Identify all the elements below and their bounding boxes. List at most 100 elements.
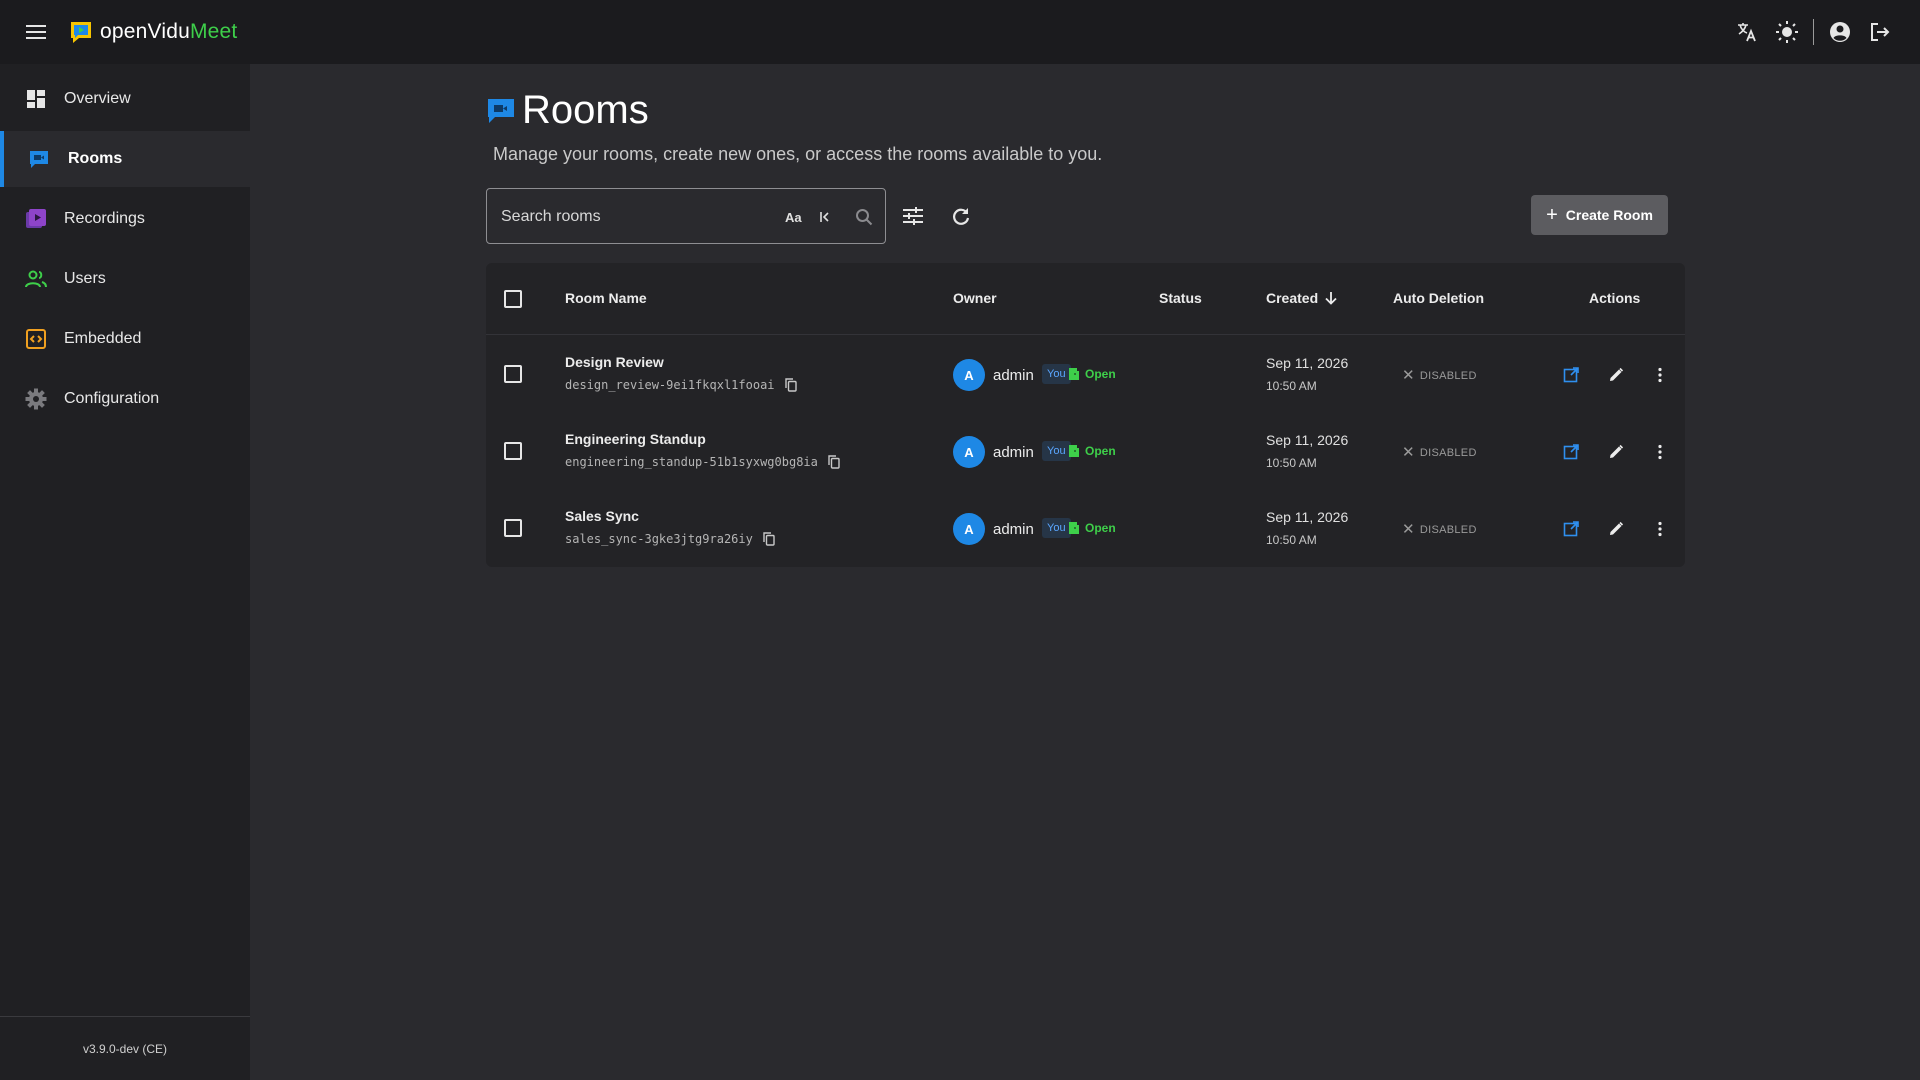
close-icon: ✕ — [1402, 444, 1415, 461]
room-name[interactable]: Design Review — [565, 354, 664, 370]
auto-deletion-label: DISABLED — [1419, 369, 1477, 382]
plus-icon: + — [1546, 204, 1558, 226]
edit-icon[interactable] — [1603, 516, 1629, 542]
top-app-bar: openViduMeet — [0, 0, 1920, 64]
room-id-text: sales_sync-3gke3jtg9ra26iy — [565, 532, 753, 546]
column-header-owner[interactable]: Owner — [953, 290, 997, 306]
avatar: A — [953, 436, 985, 468]
avatar: A — [953, 513, 985, 545]
edit-icon[interactable] — [1603, 362, 1629, 388]
column-header-actions: Actions — [1589, 290, 1641, 306]
column-header-status[interactable]: Status — [1159, 290, 1202, 306]
search-input[interactable] — [501, 203, 761, 231]
sidebar-item-label: Embedded — [64, 330, 142, 347]
theme-toggle-icon[interactable] — [1771, 16, 1803, 48]
created-time: 10:50 AM — [1266, 456, 1317, 470]
sidebar-item-users[interactable]: Users — [0, 251, 250, 307]
table-row[interactable]: Sales Sync sales_sync-3gke3jtg9ra26iy Aadm… — [486, 490, 1685, 567]
status-label: Open — [1085, 367, 1116, 381]
embedded-icon — [24, 327, 48, 351]
auto-deletion-status: ✕ DISABLED — [1402, 368, 1477, 383]
menu-icon[interactable] — [22, 18, 50, 46]
sidebar-item-overview[interactable]: Overview — [0, 71, 250, 127]
sidebar-item-label: Overview — [64, 90, 131, 107]
gear-icon — [24, 387, 48, 411]
sidebar-item-label: Recordings — [64, 210, 145, 227]
sidebar-item-embedded[interactable]: Embedded — [0, 311, 250, 367]
logout-icon[interactable] — [1864, 16, 1896, 48]
auto-deletion-label: DISABLED — [1419, 446, 1477, 459]
you-badge: You — [1042, 364, 1071, 384]
column-header-created[interactable]: Created — [1266, 290, 1338, 306]
created-time: 10:50 AM — [1266, 379, 1317, 393]
page-header: Rooms — [486, 88, 649, 133]
auto-deletion-status: ✕ DISABLED — [1402, 445, 1477, 460]
door-open-icon — [1068, 521, 1080, 535]
open-room-icon[interactable] — [1558, 439, 1584, 465]
row-checkbox[interactable] — [504, 442, 522, 460]
row-checkbox[interactable] — [504, 519, 522, 537]
match-case-button[interactable]: Aa — [785, 205, 802, 229]
search-field: Aa — [486, 188, 886, 244]
owner-name: admin — [993, 521, 1034, 538]
sidebar-item-label: Configuration — [64, 390, 160, 407]
page-subtitle: Manage your rooms, create new ones, or a… — [493, 144, 1103, 164]
account-icon[interactable] — [1824, 16, 1856, 48]
rooms-icon — [488, 98, 514, 123]
room-name[interactable]: Sales Sync — [565, 508, 639, 524]
auto-deletion-label: DISABLED — [1419, 523, 1477, 536]
translate-icon[interactable] — [1731, 16, 1763, 48]
search-icon[interactable] — [855, 205, 873, 229]
more-options-icon[interactable] — [1647, 439, 1673, 465]
select-all-checkbox[interactable] — [504, 290, 522, 308]
status-badge: Open — [1068, 521, 1116, 535]
sidebar-item-rooms[interactable]: Rooms — [0, 131, 250, 187]
match-start-icon[interactable] — [818, 205, 832, 229]
status-label: Open — [1085, 444, 1116, 458]
room-name[interactable]: Engineering Standup — [565, 431, 706, 447]
sidebar-item-label: Rooms — [68, 150, 123, 167]
sidebar-item-configuration[interactable]: Configuration — [0, 371, 250, 427]
more-options-icon[interactable] — [1647, 516, 1673, 542]
table-row[interactable]: Design Review design_review-9ei1fkqxl1foo… — [486, 336, 1685, 413]
create-room-label: Create Room — [1565, 207, 1653, 223]
table-row[interactable]: Engineering Standup engineering_standup-5… — [486, 413, 1685, 490]
created-date: Sep 11, 2026 — [1266, 355, 1349, 371]
created-date: Sep 11, 2026 — [1266, 432, 1349, 448]
users-icon — [24, 267, 48, 291]
close-icon: ✕ — [1402, 521, 1415, 538]
rooms-icon — [27, 147, 51, 171]
open-room-icon[interactable] — [1558, 516, 1584, 542]
logo-text: openViduMeet — [100, 20, 238, 43]
door-open-icon — [1068, 444, 1080, 458]
column-header-auto-deletion[interactable]: Auto Deletion — [1393, 290, 1484, 306]
filter-icon[interactable] — [897, 200, 929, 232]
room-id-text: design_review-9ei1fkqxl1fooai — [565, 378, 775, 392]
open-room-icon[interactable] — [1558, 362, 1584, 388]
avatar: A — [953, 359, 985, 391]
refresh-icon[interactable] — [945, 200, 977, 232]
copy-icon[interactable] — [763, 532, 777, 546]
dashboard-icon — [24, 87, 48, 111]
app-logo[interactable]: openViduMeet — [68, 18, 237, 46]
room-id-text: engineering_standup-51b1syxwg0bg8ia — [565, 455, 818, 469]
column-header-room-name[interactable]: Room Name — [565, 290, 647, 306]
page-title: Rooms — [522, 88, 649, 132]
sidebar: Overview Rooms Recordings Users Embedded… — [0, 64, 250, 1080]
close-icon: ✕ — [1402, 367, 1415, 384]
table-header: Room Name Owner Status Created Auto Dele… — [486, 263, 1685, 335]
create-room-button[interactable]: + Create Room — [1531, 195, 1668, 235]
room-id: engineering_standup-51b1syxwg0bg8ia — [565, 455, 842, 469]
row-checkbox[interactable] — [504, 365, 522, 383]
logo-mark-icon — [71, 22, 91, 43]
sidebar-item-recordings[interactable]: Recordings — [0, 191, 250, 247]
version-label: v3.9.0-dev (CE) — [0, 1016, 250, 1080]
created-time: 10:50 AM — [1266, 533, 1317, 547]
copy-icon[interactable] — [784, 378, 799, 392]
status-badge: Open — [1068, 367, 1116, 381]
edit-icon[interactable] — [1603, 439, 1629, 465]
you-badge: You — [1042, 441, 1071, 461]
room-id: sales_sync-3gke3jtg9ra26iy — [565, 532, 777, 546]
copy-icon[interactable] — [828, 455, 842, 469]
more-options-icon[interactable] — [1647, 362, 1673, 388]
